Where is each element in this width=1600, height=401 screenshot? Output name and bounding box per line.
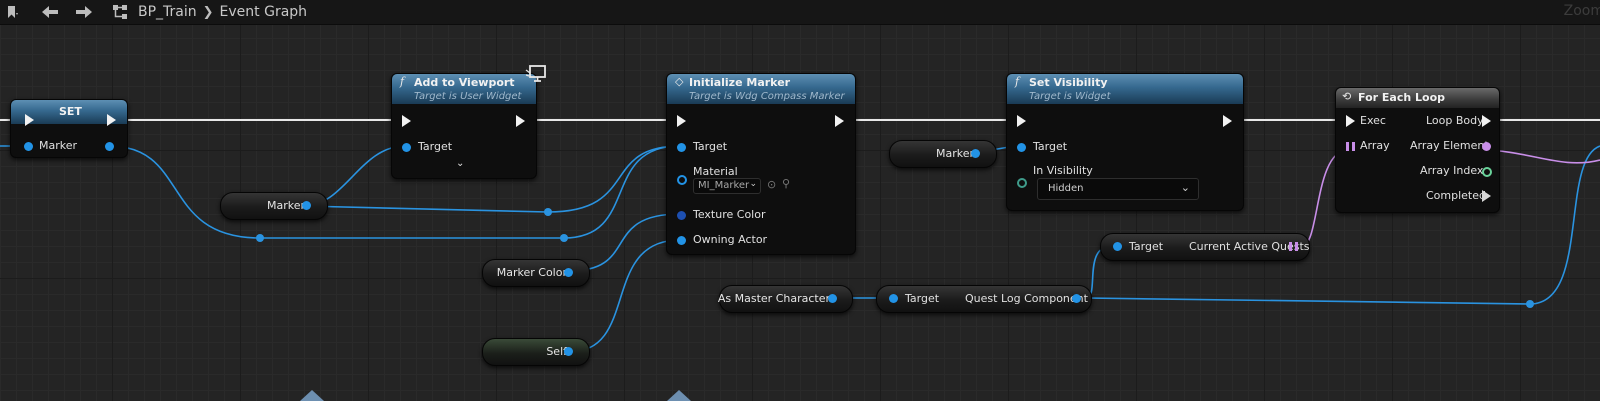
initialize-marker-node[interactable]: ◇ Initialize Marker Target is Wdg Compas… <box>666 73 856 255</box>
set-visibility-node[interactable]: f Set Visibility Target is Widget Target… <box>1006 73 1244 211</box>
current-active-quests-node[interactable]: Target Current Active Quests <box>1100 233 1310 261</box>
target-in-pin[interactable] <box>402 143 411 152</box>
as-master-character-node[interactable]: As Master Character <box>717 285 853 313</box>
exec-in-pin[interactable] <box>402 115 411 127</box>
target-label: Target <box>418 140 453 153</box>
add-to-viewport-node[interactable]: f Add to Viewport Target is User Widget … <box>391 73 537 179</box>
marker-in-pin[interactable] <box>24 142 33 151</box>
self-node[interactable]: Self <box>482 338 590 366</box>
target-in-pin[interactable] <box>1017 143 1026 152</box>
marker-color-out-pin[interactable] <box>564 268 573 277</box>
current-active-quests-out-pin[interactable] <box>1289 242 1298 251</box>
owning-actor-label: Owning Actor <box>693 233 768 246</box>
exec-out-pin[interactable] <box>516 115 525 127</box>
target-label: Target <box>693 140 728 153</box>
quest-log-component-label: Quest Log Component <box>965 292 1088 305</box>
marker-variable-label: Marker <box>935 147 974 160</box>
for-each-loop-title: For Each Loop <box>1358 91 1445 104</box>
array-index-label: Array Index <box>1420 164 1484 177</box>
reset-arrow-icon[interactable]: ⊙ <box>767 178 776 191</box>
initialize-marker-title: Initialize Marker <box>689 76 791 89</box>
graph-canvas[interactable]: BP_Train ❯ Event Graph Zoom SET Marker f… <box>0 0 1600 401</box>
chevron-down-icon: ⌄ <box>1180 181 1190 194</box>
quest-log-component-out-pin[interactable] <box>1072 294 1081 303</box>
set-node[interactable]: SET Marker <box>10 99 128 158</box>
loop-body-pin[interactable] <box>1482 115 1491 127</box>
exec-out-pin[interactable] <box>107 114 116 126</box>
target-in-pin[interactable] <box>1113 242 1122 251</box>
exec-label: Exec <box>1360 114 1386 127</box>
exec-in-pin[interactable] <box>1346 115 1355 127</box>
set-visibility-subtitle: Target is Widget <box>1029 91 1111 102</box>
in-visibility-pin[interactable] <box>1017 178 1027 188</box>
loop-body-label: Loop Body <box>1426 114 1484 127</box>
marker-out-pin[interactable] <box>302 201 311 210</box>
event-diamond-icon: ◇ <box>675 75 684 88</box>
array-label: Array <box>1360 139 1390 152</box>
exec-in-pin[interactable] <box>677 115 686 127</box>
owning-actor-in-pin[interactable] <box>677 236 686 245</box>
initialize-marker-subtitle: Target is Wdg Compass Marker <box>689 91 845 102</box>
marker-variable-node-2[interactable]: Marker <box>889 140 997 168</box>
search-icon[interactable]: ⚲ <box>782 177 790 190</box>
target-label: Target <box>1033 140 1068 153</box>
add-to-viewport-subtitle: Target is User Widget <box>414 91 522 102</box>
array-element-pin[interactable] <box>1482 142 1491 151</box>
material-dropdown[interactable]: MI_Marker ⌄ <box>693 178 761 194</box>
expand-chevron-icon[interactable]: ⌄ <box>456 158 464 169</box>
marker-color-variable-node[interactable]: Marker Color <box>482 259 590 287</box>
in-visibility-label: In Visibility <box>1033 164 1093 177</box>
texture-color-in-pin[interactable] <box>677 211 686 220</box>
target-label: Target <box>1129 240 1164 253</box>
target-in-pin[interactable] <box>677 143 686 152</box>
function-icon: f <box>400 75 405 88</box>
for-each-loop-node[interactable]: ⟲ For Each Loop Exec Loop Body Array Arr… <box>1335 87 1500 213</box>
as-master-character-label: As Master Character <box>717 292 830 305</box>
marker-color-label: Marker Color <box>496 266 567 279</box>
marker-variable-label: Marker <box>266 199 305 212</box>
target-in-pin[interactable] <box>889 294 898 303</box>
material-label: Material <box>693 165 738 178</box>
set-marker-label: Marker <box>39 139 78 152</box>
self-out-pin[interactable] <box>564 347 573 356</box>
array-element-label: Array Element <box>1410 139 1489 152</box>
exec-in-pin[interactable] <box>25 114 34 126</box>
chevron-down-icon: ⌄ <box>749 179 757 189</box>
completed-label: Completed <box>1426 189 1486 202</box>
exec-out-pin[interactable] <box>1223 115 1232 127</box>
visibility-dropdown[interactable]: Hidden ⌄ <box>1037 178 1199 200</box>
material-in-pin[interactable] <box>677 175 687 185</box>
quest-log-component-node[interactable]: Target Quest Log Component <box>876 285 1092 313</box>
target-label: Target <box>905 292 940 305</box>
as-master-character-out-pin[interactable] <box>828 294 837 303</box>
array-index-pin[interactable] <box>1482 167 1492 177</box>
exec-out-pin[interactable] <box>835 115 844 127</box>
loop-macro-icon: ⟲ <box>1342 90 1352 103</box>
exec-in-pin[interactable] <box>1017 115 1026 127</box>
completed-pin[interactable] <box>1482 190 1491 202</box>
function-icon: f <box>1015 75 1020 88</box>
set-node-title: SET <box>59 105 82 118</box>
texture-color-label: Texture Color <box>693 208 766 221</box>
add-to-viewport-title: Add to Viewport <box>414 76 515 89</box>
marker-out-pin[interactable] <box>971 149 980 158</box>
marker-variable-node[interactable]: Marker <box>220 192 328 220</box>
set-visibility-title: Set Visibility <box>1029 76 1108 89</box>
monitor-icon <box>525 64 547 88</box>
array-in-pin[interactable] <box>1346 142 1355 151</box>
marker-out-pin[interactable] <box>105 142 114 151</box>
